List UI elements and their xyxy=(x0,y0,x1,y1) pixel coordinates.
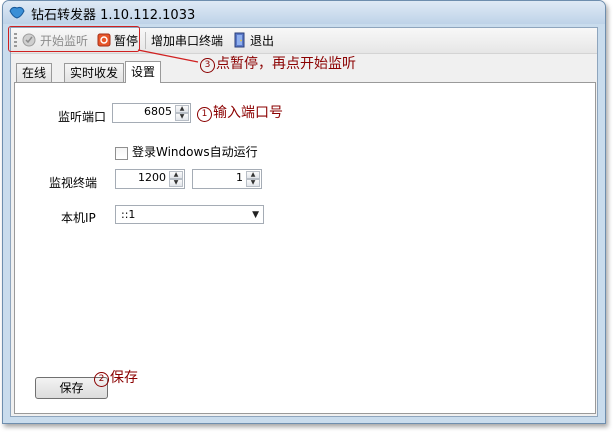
annotation-step2: 2 保存 xyxy=(94,367,138,387)
tab-settings[interactable]: 设置 xyxy=(125,61,162,83)
annotation-step1: 1 输入端口号 xyxy=(197,102,283,122)
annotation-step3: 3 点暂停，再点开始监听 xyxy=(200,53,356,73)
